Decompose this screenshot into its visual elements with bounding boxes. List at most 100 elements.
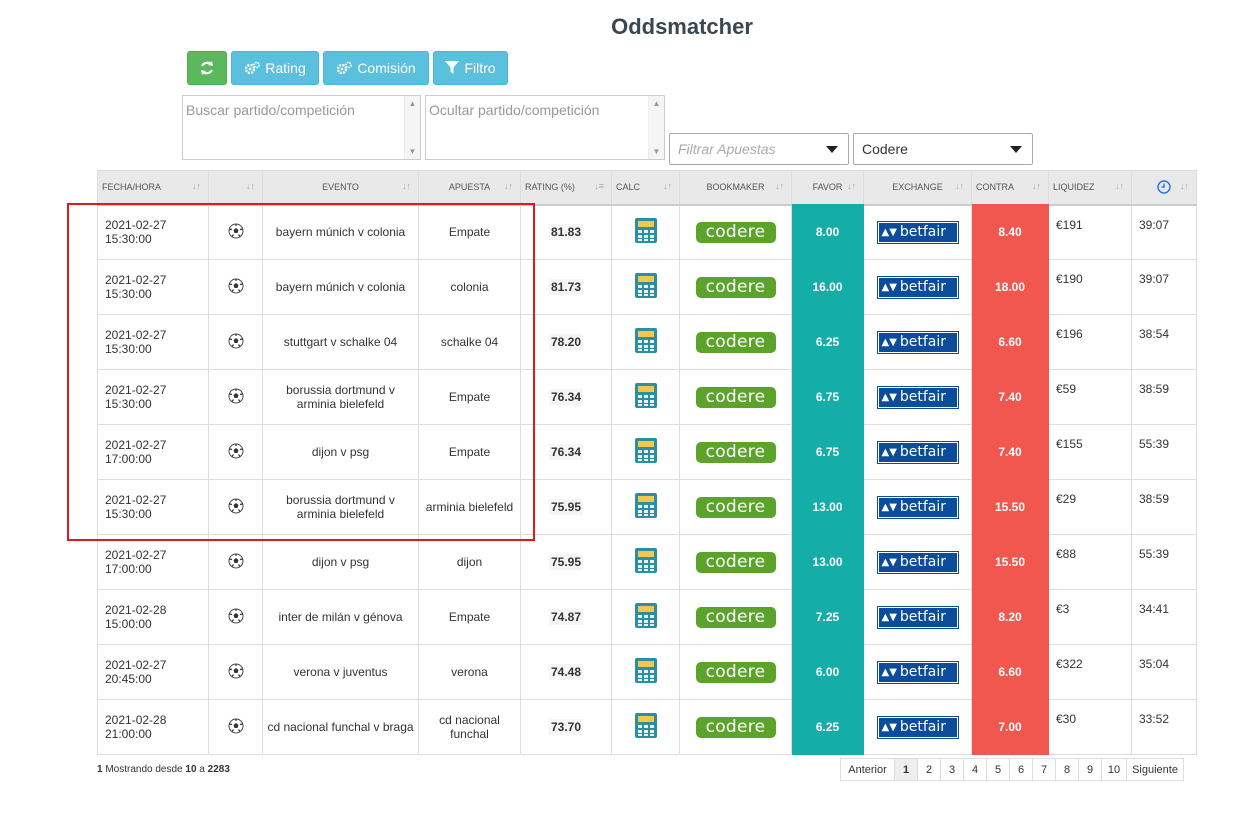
- betfair-logo[interactable]: ▲▼ betfair: [876, 275, 959, 299]
- betfair-logo[interactable]: ▲▼ betfair: [876, 330, 959, 354]
- pagination-page-9[interactable]: 9: [1078, 758, 1102, 781]
- col-exchange[interactable]: EXCHANGE ↓↑: [863, 170, 972, 205]
- pagination-prev-button[interactable]: Anterior: [840, 758, 895, 781]
- table-row: 2021-02-27 15:30:00 borussia dortmund v ar…: [97, 479, 1197, 535]
- gears-icon: [245, 61, 261, 75]
- betfair-logo[interactable]: ▲▼ betfair: [876, 495, 959, 519]
- codere-logo[interactable]: codere: [695, 276, 776, 298]
- betfair-logo[interactable]: ▲▼ betfair: [876, 550, 959, 574]
- calculator-icon[interactable]: [634, 658, 657, 683]
- col-liquidez[interactable]: LIQUIDEZ ↓↑: [1048, 170, 1132, 205]
- pagination-page-8[interactable]: 8: [1055, 758, 1079, 781]
- calculator-icon[interactable]: [634, 218, 657, 244]
- betfair-logo[interactable]: ▲▼ betfair: [876, 605, 959, 629]
- codere-logo[interactable]: codere: [695, 496, 776, 518]
- refresh-button[interactable]: [187, 51, 227, 85]
- codere-logo[interactable]: codere: [695, 221, 776, 243]
- search-scrollbar[interactable]: ▲ ▼: [404, 96, 420, 159]
- col-favor[interactable]: FAVOR ↓↑: [791, 170, 864, 205]
- cell-remaining: 35:04: [1131, 644, 1197, 700]
- bet-text: Empate: [448, 445, 491, 459]
- liquidez-text: €29: [1056, 492, 1077, 506]
- pagination-page-10[interactable]: 10: [1101, 758, 1127, 781]
- calculator-icon[interactable]: [634, 438, 657, 463]
- cell-contra: 6.60: [971, 314, 1049, 370]
- betfair-logo[interactable]: ▲▼ betfair: [876, 660, 959, 684]
- cell-bookmaker: codere: [679, 699, 792, 755]
- liquidez-text: €322: [1056, 657, 1083, 671]
- calculator-icon[interactable]: [634, 493, 657, 518]
- page-title: Oddsmatcher: [611, 14, 753, 39]
- cell-rating: 75.95: [520, 534, 612, 590]
- favor-odds: 8.00: [815, 225, 840, 240]
- cell-sport: [208, 203, 263, 260]
- bookmaker-select[interactable]: Codere: [853, 133, 1033, 165]
- calculator-icon[interactable]: [634, 328, 657, 353]
- col-contra[interactable]: CONTRA ↓↑: [971, 170, 1049, 205]
- betfair-logo[interactable]: ▲▼ betfair: [876, 440, 959, 464]
- pagination-page-3[interactable]: 3: [940, 758, 964, 781]
- hide-scrollbar[interactable]: ▲ ▼: [648, 96, 664, 159]
- codere-logo[interactable]: codere: [695, 661, 776, 683]
- betfair-logo-text: betfair: [899, 554, 947, 570]
- codere-logo[interactable]: codere: [695, 716, 776, 738]
- betfair-logo[interactable]: ▲▼ betfair: [876, 385, 959, 409]
- pagination-next-button[interactable]: Siguiente: [1126, 758, 1184, 781]
- betfair-logo-text: betfair: [899, 609, 947, 625]
- pagination-page-2[interactable]: 2: [917, 758, 941, 781]
- col-evento[interactable]: EVENTO ↓↑: [262, 170, 419, 205]
- cell-exchange: ▲▼ betfair: [863, 369, 972, 425]
- col-time[interactable]: ↓↑: [1131, 170, 1197, 205]
- table-row: 2021-02-27 20:45:00 verona v juventus veron…: [97, 644, 1197, 700]
- codere-logo[interactable]: codere: [695, 441, 776, 463]
- calculator-icon[interactable]: [634, 273, 657, 298]
- col-calc-label: CALC: [616, 182, 641, 193]
- pagination-page-4[interactable]: 4: [963, 758, 987, 781]
- soccer-ball-icon: [228, 608, 243, 623]
- codere-logo[interactable]: codere: [695, 331, 776, 353]
- cell-calc: [611, 424, 680, 480]
- contra-odds: 6.60: [998, 665, 1022, 679]
- col-bookmaker[interactable]: BOOKMAKER ↓↑: [679, 170, 792, 205]
- betfair-arrows-icon: ▲▼: [881, 391, 897, 403]
- codere-logo[interactable]: codere: [695, 606, 776, 628]
- search-input[interactable]: Buscar partido/competición ▲ ▼: [182, 95, 421, 160]
- filtro-button[interactable]: Filtro: [433, 51, 508, 85]
- pagination-page-1[interactable]: 1: [894, 758, 918, 781]
- col-sport[interactable]: ↓↑: [208, 170, 263, 205]
- cell-sport: [208, 479, 263, 535]
- col-rating[interactable]: RATING (%) ↓≡: [520, 170, 612, 205]
- cell-contra: 7.40: [971, 424, 1049, 480]
- calculator-icon[interactable]: [634, 548, 657, 573]
- remaining-text: 34:41: [1139, 602, 1170, 616]
- calculator-icon[interactable]: [634, 713, 657, 738]
- favor-odds: 6.25: [815, 720, 840, 734]
- pagination-page-7[interactable]: 7: [1032, 758, 1056, 781]
- cell-bet: colonia: [418, 259, 521, 315]
- cell-date: 2021-02-27 15:30:00: [97, 369, 209, 425]
- col-calc[interactable]: CALC ↓↑: [611, 170, 680, 205]
- sort-icon: ↓↑: [847, 181, 856, 191]
- betfair-arrows-icon: ▲▼: [881, 226, 897, 238]
- codere-logo[interactable]: codere: [695, 386, 776, 408]
- hide-input[interactable]: Ocultar partido/competición ▲ ▼: [425, 95, 665, 160]
- table-info: 1 Mostrando desde 10 a 2283: [97, 764, 230, 775]
- event-text: bayern múnich v colonia: [275, 280, 406, 294]
- cell-event: dijon v psg: [262, 424, 419, 480]
- filter-bets-select[interactable]: Filtrar Apuestas: [669, 133, 849, 165]
- codere-logo[interactable]: codere: [695, 551, 776, 573]
- remaining-text: 35:04: [1139, 657, 1170, 671]
- pagination-page-6[interactable]: 6: [1009, 758, 1033, 781]
- betfair-logo[interactable]: ▲▼ betfair: [876, 715, 959, 739]
- rating-button[interactable]: Rating: [231, 51, 319, 85]
- cell-favor: 6.75: [791, 424, 864, 480]
- cell-rating: 81.83: [520, 203, 612, 260]
- comision-button[interactable]: Comisión: [323, 51, 429, 85]
- col-apuesta[interactable]: APUESTA ↓↑: [418, 170, 521, 205]
- calculator-icon[interactable]: [634, 603, 657, 628]
- pagination-page-5[interactable]: 5: [986, 758, 1010, 781]
- cell-sport: [208, 534, 263, 590]
- col-fecha[interactable]: FECHA/HORA ↓↑: [97, 170, 209, 205]
- betfair-logo[interactable]: ▲▼ betfair: [876, 220, 959, 244]
- calculator-icon[interactable]: [634, 383, 657, 408]
